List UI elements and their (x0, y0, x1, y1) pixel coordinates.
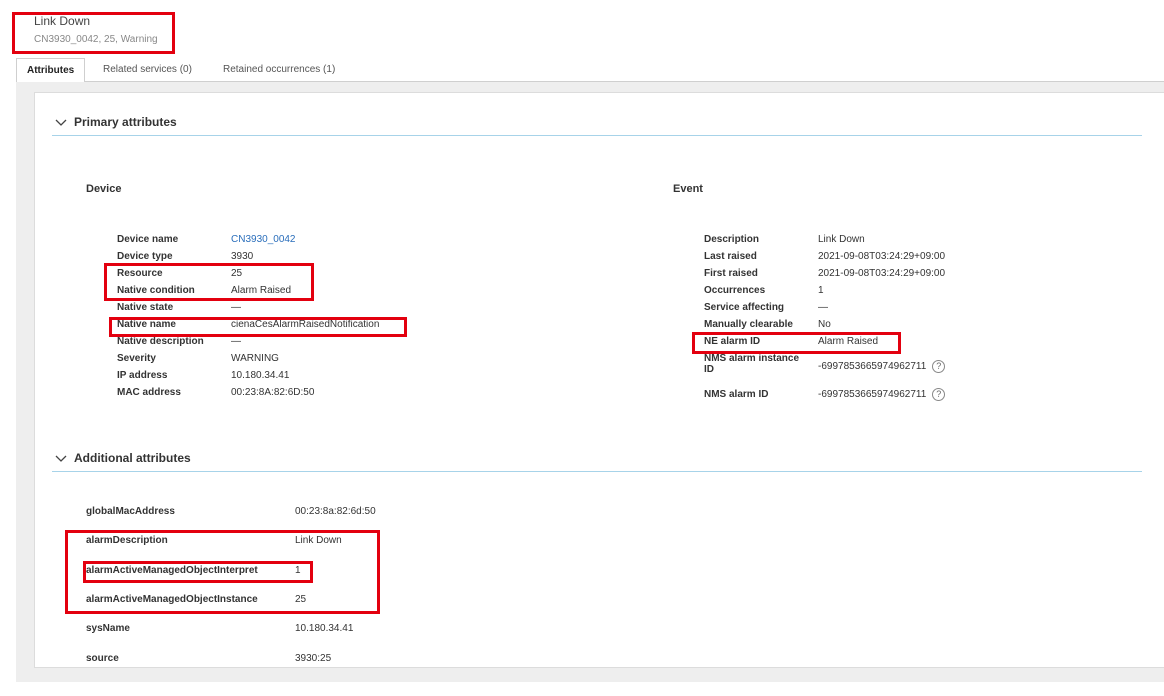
mac-address-value: 00:23:8A:82:6D:50 (231, 387, 315, 398)
severity-key: Severity (117, 353, 156, 364)
manually-clearable-key: Manually clearable (704, 319, 793, 330)
event-group-title: Event (673, 183, 703, 195)
severity-value: WARNING (231, 353, 279, 364)
mac-address-key: MAC address (117, 387, 181, 398)
additional-attributes-header[interactable]: Additional attributes (52, 450, 1142, 472)
manually-clearable-value: No (818, 319, 831, 330)
last-raised-key: Last raised (704, 251, 757, 262)
sys-name-value: 10.180.34.41 (295, 623, 354, 634)
native-description-key: Native description (117, 336, 204, 347)
alarm-active-managed-object-instance-value: 25 (295, 594, 307, 605)
service-affecting-value: — (818, 302, 828, 313)
native-name-value: cienaCesAlarmRaisedNotification (231, 319, 380, 330)
ne-alarm-id-value: Alarm Raised (818, 336, 879, 347)
nms-alarm-id-value-wrap: -6997853665974962711? (818, 386, 946, 403)
help-icon[interactable]: ? (932, 359, 946, 373)
native-name-key: Native name (117, 319, 176, 330)
chevron-down-icon (55, 119, 67, 126)
alarm-description-value: Link Down (295, 535, 342, 546)
alarm-active-managed-object-instance-key: alarmActiveManagedObjectInstance (86, 594, 258, 605)
native-condition-value: Alarm Raised (231, 285, 292, 296)
alarm-title-block: Link Down CN3930_0042, 25, Warning (34, 14, 158, 47)
chevron-down-icon (55, 455, 67, 462)
attributes-panel (34, 92, 1164, 668)
ip-address-value: 10.180.34.41 (231, 370, 290, 381)
tab-bar: Attributes Related services (0) Retained… (16, 58, 1164, 83)
alarm-subtitle: CN3930_0042, 25, Warning (34, 34, 158, 45)
nms-alarm-instance-id-key: NMS alarm instance ID (704, 353, 800, 375)
tab-attributes[interactable]: Attributes (16, 58, 86, 83)
resource-value: 25 (231, 268, 243, 279)
alarm-active-managed-object-interpret-value: 1 (295, 565, 301, 576)
native-state-key: Native state (117, 302, 174, 313)
alarm-active-managed-object-interpret-key: alarmActiveManagedObjectInterpret (86, 565, 258, 576)
occurrences-value: 1 (818, 285, 824, 296)
native-condition-key: Native condition (117, 285, 195, 296)
device-group-title: Device (86, 183, 122, 195)
device-name-link[interactable]: CN3930_0042 (231, 231, 296, 248)
global-mac-address-key: globalMacAddress (86, 506, 175, 517)
global-mac-address-value: 00:23:8a:82:6d:50 (295, 506, 376, 517)
help-icon[interactable]: ? (932, 387, 946, 401)
last-raised-value: 2021-09-08T03:24:29+09:00 (818, 251, 946, 262)
ip-address-key: IP address (117, 370, 168, 381)
source-value: 3930:25 (295, 653, 332, 664)
device-type-value: 3930 (231, 251, 254, 262)
nms-alarm-instance-id-value-wrap: -6997853665974962711? (818, 358, 946, 375)
sys-name-key: sysName (86, 623, 130, 634)
additional-attributes-label: Additional attributes (74, 451, 191, 465)
nms-alarm-id-key: NMS alarm ID (704, 389, 769, 400)
first-raised-value: 2021-09-08T03:24:29+09:00 (818, 268, 946, 279)
native-description-value: — (231, 336, 241, 347)
device-type-key: Device type (117, 251, 173, 262)
occurrences-key: Occurrences (704, 285, 766, 296)
first-raised-key: First raised (704, 268, 758, 279)
ne-alarm-id-key: NE alarm ID (704, 336, 761, 347)
nms-alarm-instance-id-value: -6997853665974962711 (818, 361, 927, 372)
alarm-description-key: alarmDescription (86, 535, 168, 546)
device-name-key: Device name (117, 234, 179, 245)
source-key: source (86, 653, 119, 664)
alarm-title: Link Down (34, 14, 91, 28)
nms-alarm-id-value: -6997853665974962711 (818, 389, 927, 400)
primary-attributes-label: Primary attributes (74, 115, 177, 129)
native-state-value: — (231, 302, 241, 313)
primary-attributes-header[interactable]: Primary attributes (52, 114, 1142, 136)
tab-retained-occurrences[interactable]: Retained occurrences (1) (213, 58, 345, 82)
resource-key: Resource (117, 268, 163, 279)
service-affecting-key: Service affecting (704, 302, 785, 313)
description-key: Description (704, 234, 760, 245)
description-value: Link Down (818, 234, 865, 245)
tab-related-services[interactable]: Related services (0) (93, 58, 202, 82)
